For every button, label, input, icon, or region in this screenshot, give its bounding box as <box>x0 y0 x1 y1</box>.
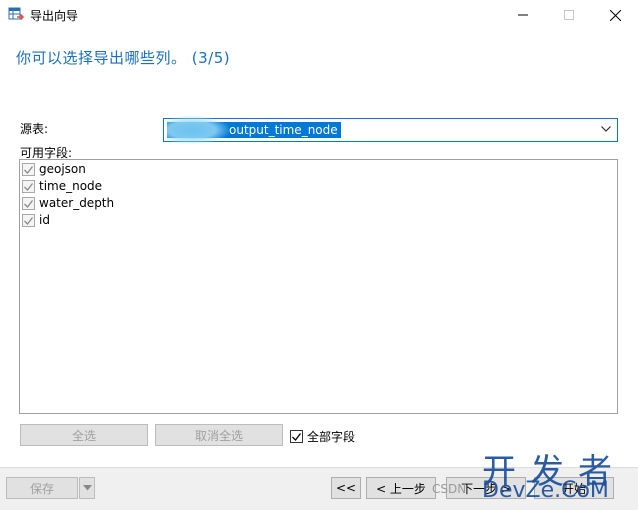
minimize-button[interactable] <box>500 0 546 30</box>
field-checkbox[interactable] <box>22 197 35 210</box>
field-name: id <box>39 213 50 227</box>
close-icon <box>609 9 621 21</box>
chevron-down-icon <box>601 126 611 132</box>
first-step-button[interactable]: << <box>331 477 361 499</box>
redacted-blur <box>167 116 229 144</box>
source-table-select[interactable]: output_time_node <box>163 116 618 144</box>
save-button[interactable]: 保存 <box>6 477 78 499</box>
deselect-all-button[interactable]: 取消全选 <box>155 424 283 446</box>
previous-button[interactable]: < 上一步 <box>366 477 436 499</box>
close-button[interactable] <box>592 0 638 30</box>
source-table-value-text: output_time_node <box>229 123 338 137</box>
caret-down-icon <box>82 485 92 491</box>
minimize-icon <box>518 14 528 16</box>
list-item[interactable]: id <box>22 212 50 229</box>
checkmark-icon <box>24 165 33 174</box>
checkmark-icon <box>292 432 301 441</box>
field-checkbox[interactable] <box>22 180 35 193</box>
checkmark-icon <box>24 199 33 208</box>
export-wizard-icon <box>8 7 24 21</box>
list-item[interactable]: time_node <box>22 178 102 195</box>
csdn-watermark: CSDN <box>432 482 467 496</box>
watermark-domain: DevZe.CoM <box>482 478 609 503</box>
field-name: time_node <box>39 179 103 193</box>
fields-list[interactable]: geojson time_node water_depth id <box>19 159 618 414</box>
field-name: geojson <box>39 162 86 176</box>
maximize-button[interactable] <box>546 0 592 30</box>
list-item[interactable]: geojson <box>22 161 86 178</box>
source-table-label: 源表: <box>20 122 49 136</box>
list-item[interactable]: water_depth <box>22 195 114 212</box>
window-title: 导出向导 <box>30 9 79 23</box>
save-dropdown-button[interactable] <box>79 477 95 499</box>
checkmark-icon <box>24 216 33 225</box>
maximize-icon <box>564 10 574 20</box>
step-heading: 你可以选择导出哪些列。 (3/5) <box>16 49 231 67</box>
field-name: water_depth <box>39 196 115 210</box>
field-checkbox[interactable] <box>22 214 35 227</box>
field-checkbox[interactable] <box>22 163 35 176</box>
all-fields-label: 全部字段 <box>307 430 356 444</box>
title-bar: 导出向导 <box>0 0 638 30</box>
all-fields-checkbox[interactable] <box>290 430 303 443</box>
source-table-value: output_time_node <box>167 116 341 144</box>
select-all-button[interactable]: 全选 <box>20 424 148 446</box>
all-fields-toggle[interactable]: 全部字段 <box>290 428 355 445</box>
checkmark-icon <box>24 182 33 191</box>
